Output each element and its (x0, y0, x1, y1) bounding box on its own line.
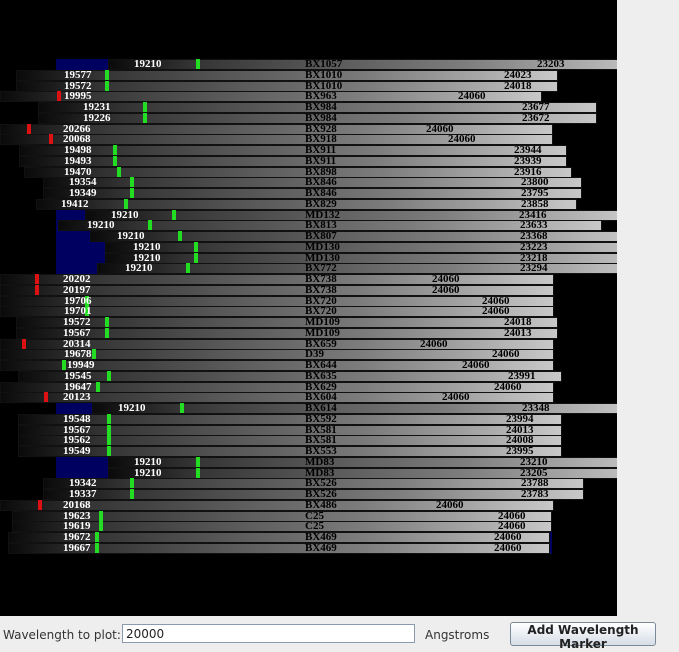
spectrum-bar[interactable] (16, 70, 558, 81)
wavelength-marker (92, 349, 96, 359)
wavelength-label: Wavelength to plot: (3, 628, 121, 642)
wavelength-marker (107, 371, 111, 381)
wavelength-marker (99, 521, 103, 531)
wavelength-marker (96, 382, 100, 392)
wavelength-marker (130, 489, 134, 499)
spectrum-row: 19667 BX469 24060 (0, 543, 617, 554)
wavelength-marker (180, 403, 184, 413)
wavelength-marker (117, 167, 121, 177)
wavelength-marker (178, 231, 182, 241)
end-wavelength-label: 24060 (492, 348, 520, 360)
wavelength-marker (143, 113, 147, 123)
wavelength-marker (95, 543, 99, 553)
wavelength-marker (38, 500, 42, 510)
spectrum-bar[interactable] (19, 145, 567, 156)
wavelength-marker (148, 220, 152, 230)
wavelength-marker (130, 188, 134, 198)
wavelength-marker (194, 253, 198, 263)
wavelength-marker (105, 317, 109, 327)
wavelength-marker (95, 532, 99, 542)
wavelength-marker (57, 91, 61, 101)
wavelength-gap-block (56, 231, 90, 242)
wavelength-marker (107, 414, 111, 424)
end-wavelength-label: 24060 (442, 391, 470, 403)
end-wavelength-label: 24060 (458, 90, 486, 102)
spectrum-bar[interactable] (18, 446, 562, 457)
start-wavelength-label: 19412 (61, 198, 89, 210)
wavelength-marker (113, 145, 117, 155)
wavelength-marker (35, 285, 39, 295)
wavelength-marker (105, 81, 109, 91)
start-wavelength-label: 19667 (63, 542, 91, 554)
wavelength-marker (196, 59, 200, 69)
end-wavelength-label: 24060 (494, 542, 522, 554)
start-wavelength-label: 19210 (118, 402, 146, 414)
wavelength-marker (186, 263, 190, 273)
wavelength-marker (194, 242, 198, 252)
spectrum-bar[interactable] (16, 328, 558, 339)
side-panel (617, 0, 679, 616)
wavelength-marker (124, 199, 128, 209)
wavelength-marker (107, 435, 111, 445)
wavelength-marker (196, 468, 200, 478)
end-wavelength-label: 23672 (522, 112, 550, 124)
spectrum-bar[interactable] (16, 317, 558, 328)
wavelength-marker (99, 511, 103, 521)
add-wavelength-marker-button[interactable]: Add Wavelength Marker (510, 622, 656, 651)
wavelength-marker (62, 360, 66, 370)
end-wavelength-label: 24060 (432, 284, 460, 296)
spectrum-plot-panel: 19210 BX1057 23203 19577 BX1010 24023 19572 BX1… (0, 0, 617, 616)
controls-bar: Wavelength to plot: Angstroms Add Wavele… (0, 616, 679, 652)
end-wavelength-label: 24060 (448, 133, 476, 145)
spectrum-bar[interactable] (19, 156, 567, 167)
spectrum-bar[interactable] (18, 371, 562, 382)
start-wavelength-label: 19210 (134, 58, 162, 70)
start-wavelength-label: 19210 (125, 262, 153, 274)
end-wavelength-label: 24060 (436, 499, 464, 511)
wavelength-marker (35, 274, 39, 284)
spectrum-bar[interactable] (12, 521, 552, 532)
end-wavelength-label: 23203 (537, 58, 565, 70)
object-name-label: BX469 (305, 542, 337, 554)
units-label: Angstroms (425, 628, 490, 642)
wavelength-marker (196, 457, 200, 467)
wavelength-marker (107, 425, 111, 435)
end-wavelength-label: 24060 (462, 359, 490, 371)
wavelength-marker (22, 339, 26, 349)
wavelength-marker (130, 478, 134, 488)
wavelength-marker (105, 70, 109, 80)
end-wavelength-label: 24013 (504, 327, 532, 339)
wavelength-gap-block (56, 457, 108, 468)
end-wavelength-label: 23783 (521, 488, 549, 500)
wavelength-marker (105, 328, 109, 338)
wavelength-marker (44, 392, 48, 402)
spectrum-bar[interactable] (18, 435, 562, 446)
wavelength-marker (49, 134, 53, 144)
start-wavelength-label: 19549 (63, 445, 91, 457)
wavelength-marker (107, 446, 111, 456)
start-wavelength-label: 20123 (63, 391, 91, 403)
wavelength-marker (113, 156, 117, 166)
start-wavelength-label: 19210 (87, 219, 115, 231)
wavelength-marker (172, 210, 176, 220)
wavelength-marker (27, 124, 31, 134)
wavelength-gap-block (56, 242, 105, 253)
spectrum-bar[interactable] (18, 414, 562, 425)
wavelength-marker (143, 102, 147, 112)
wavelength-marker (130, 177, 134, 187)
end-wavelength-label: 23294 (520, 262, 548, 274)
wavelength-input[interactable] (122, 624, 415, 643)
